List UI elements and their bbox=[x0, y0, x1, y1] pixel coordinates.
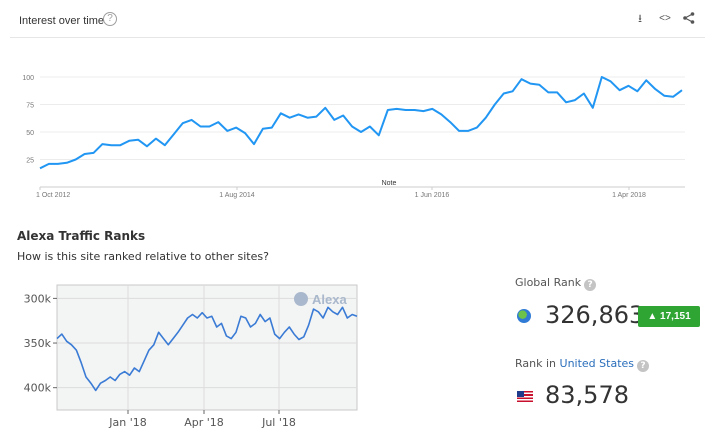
country-link[interactable]: United States bbox=[560, 357, 635, 370]
us-flag-icon bbox=[517, 391, 533, 402]
x-tick-label: 1 Oct 2012 bbox=[36, 192, 70, 199]
alexa-section-title: Alexa Traffic Ranks bbox=[17, 229, 146, 243]
interest-series-line bbox=[39, 76, 683, 170]
alexa-section-subtitle: How is this site ranked relative to othe… bbox=[17, 250, 269, 263]
y-tick-label: 50 bbox=[26, 130, 34, 137]
y-tick-label: 25 bbox=[26, 158, 34, 165]
x-tick-label: Apr '18 bbox=[184, 416, 224, 429]
x-tick-label: Jul '18 bbox=[261, 416, 296, 429]
share-icon[interactable] bbox=[682, 12, 696, 26]
embed-icon[interactable]: <> bbox=[658, 12, 672, 26]
note-label: Note bbox=[382, 180, 397, 187]
download-icon[interactable]: ⭳ bbox=[633, 12, 647, 26]
rank-change-badge: ▲ 17,151 bbox=[638, 306, 700, 327]
x-tick-label: 1 Aug 2014 bbox=[219, 192, 255, 199]
global-rank-value: 326,863 bbox=[545, 301, 645, 329]
country-rank-help-icon[interactable]: ? bbox=[637, 360, 650, 372]
alexa-watermark: Alexa bbox=[312, 292, 347, 307]
global-rank-block: Global Rank? 326,863 ▲ 17,151 bbox=[515, 276, 700, 329]
y-tick-label: 100 bbox=[22, 75, 34, 82]
rank-change-value: 17,151 bbox=[660, 311, 691, 322]
alexa-rank-chart: 300k 350k 400k Jan '18 Apr '18 Jul '18 Alexa bbox=[24, 284, 358, 429]
y-tick-label: 350k bbox=[24, 337, 52, 350]
country-rank-value: 83,578 bbox=[545, 381, 629, 409]
alexa-logo-icon bbox=[294, 292, 308, 306]
help-icon[interactable]: ? bbox=[103, 12, 117, 26]
up-arrow-icon: ▲ bbox=[647, 311, 658, 322]
card-header: Interest over time ? ⭳ <> bbox=[10, 0, 705, 38]
global-rank-help-icon[interactable]: ? bbox=[584, 279, 597, 291]
interest-over-time-chart: 100 75 50 25 1 Oct 2012 1 Aug 2014 1 Jun 2016 1… bbox=[22, 75, 685, 199]
y-tick-label: 400k bbox=[24, 382, 52, 395]
y-tick-label: 300k bbox=[24, 292, 52, 305]
globe-icon bbox=[517, 309, 531, 323]
x-tick-label: 1 Apr 2018 bbox=[612, 192, 646, 199]
y-tick-label: 75 bbox=[26, 103, 34, 110]
country-rank-label: Rank in United States? bbox=[515, 357, 650, 372]
x-tick-label: 1 Jun 2016 bbox=[415, 192, 450, 199]
x-tick-label: Jan '18 bbox=[108, 416, 146, 429]
card-title: Interest over time bbox=[19, 15, 104, 27]
interest-over-time-card: Interest over time ? ⭳ <> 100 75 50 25 1 Oct… bbox=[10, 0, 705, 200]
global-rank-label: Global Rank? bbox=[515, 276, 597, 291]
country-rank-block: Rank in United States? 83,578 bbox=[515, 357, 650, 409]
